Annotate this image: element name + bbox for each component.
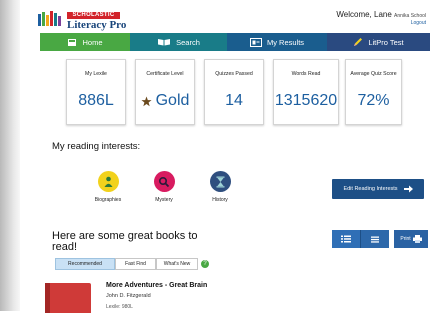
interest-history[interactable]: History [200, 171, 240, 203]
tab-recommended[interactable]: Recommended [55, 258, 115, 270]
magnifier-icon [153, 171, 175, 192]
stat-label: My Lexile [85, 71, 107, 77]
school-name: Annika School [394, 13, 426, 19]
stat-value: 72% [357, 92, 390, 109]
print-label: Print [400, 236, 411, 242]
home-icon [67, 38, 77, 47]
header: SCHOLASTIC Literacy Pro Welcome, Lane An… [20, 0, 430, 33]
open-book-icon [157, 38, 171, 46]
stat-label: Quizzes Passed [215, 71, 253, 77]
welcome-text: Welcome, Lane Annika School [336, 10, 426, 19]
interest-label: Biographies [94, 197, 122, 203]
books-logo-icon [38, 11, 61, 26]
interest-biographies[interactable]: Biographies [88, 171, 128, 203]
stat-card-lexile: My Lexile 886L [66, 59, 126, 125]
star-icon [141, 96, 152, 107]
interest-label: History [212, 197, 228, 203]
main-nav: Home Search My Results LitPro Test [40, 33, 430, 51]
interest-mystery[interactable]: Mystery [144, 171, 184, 203]
list-icon [341, 235, 351, 243]
welcome-message: Welcome, Lane [336, 10, 392, 19]
print-button[interactable]: Print [394, 230, 428, 248]
logout-link[interactable]: Logout [411, 20, 426, 26]
list-view-button[interactable] [332, 230, 360, 248]
tab-search[interactable]: Search [130, 33, 227, 51]
interest-label: Mystery [155, 197, 173, 203]
brand-name: Literacy Pro [67, 19, 127, 31]
help-icon[interactable]: ? [201, 260, 209, 268]
tab-home[interactable]: Home [40, 33, 130, 51]
stat-value: 1315620 [274, 92, 338, 109]
stat-card-words: Words Read 1315620 [273, 59, 339, 125]
tab-my-results[interactable]: My Results [227, 33, 327, 51]
sidebar-edge [0, 0, 20, 311]
literacy-pro-home: SCHOLASTIC Literacy Pro Welcome, Lane An… [0, 0, 430, 313]
tab-home-label: Home [82, 37, 103, 47]
edit-button-label: Edit Reading Interests [343, 186, 398, 192]
book-cover[interactable] [45, 283, 91, 313]
tab-my-results-label: My Results [266, 37, 305, 47]
printer-icon [412, 235, 422, 243]
compact-list-icon [371, 236, 379, 243]
stat-card-quiz-score: Average Quiz Score 72% [345, 59, 402, 125]
certificate-level-value: Gold [155, 92, 190, 109]
book-author: John D. Fitzgerald [106, 293, 151, 299]
stat-value: 14 [225, 92, 243, 109]
book-lexile: Lexile: 980L [106, 304, 133, 310]
hourglass-icon [209, 171, 231, 192]
stat-value-gold: Gold [136, 92, 194, 110]
stat-label: Certificate Level [146, 71, 184, 77]
compact-view-button[interactable] [360, 230, 389, 248]
edit-reading-interests-button[interactable]: Edit Reading Interests [332, 179, 424, 199]
tab-litpro-test[interactable]: LitPro Test [327, 33, 430, 51]
stat-value: 886L [78, 92, 114, 109]
person-icon [97, 171, 119, 192]
view-controls: Print [332, 230, 428, 248]
book-filter-tabs: Recommended Fast Find What's New ? [55, 258, 209, 270]
results-icon [249, 37, 262, 47]
book-spine [45, 283, 50, 313]
stat-label: Average Quiz Score [350, 71, 397, 77]
reading-interests-title: My reading interests: [52, 141, 141, 152]
scholastic-badge: SCHOLASTIC [67, 12, 120, 19]
stats-panel: My Lexile 886L Certificate Level Gold Qu… [66, 59, 402, 126]
tab-fast-find[interactable]: Fast Find [115, 258, 156, 270]
tab-litpro-test-label: LitPro Test [368, 37, 404, 47]
stat-card-certificate: Certificate Level Gold [135, 59, 195, 125]
stat-card-quizzes: Quizzes Passed 14 [204, 59, 264, 125]
arrow-right-icon [403, 185, 413, 193]
stat-label: Words Read [291, 71, 321, 77]
tab-whats-new[interactable]: What's New [156, 258, 198, 270]
book-title[interactable]: More Adventures - Great Brain [106, 282, 207, 289]
tab-search-label: Search [176, 37, 200, 47]
pencil-icon [353, 37, 363, 47]
books-section-title: Here are some great books to read! [52, 230, 198, 253]
